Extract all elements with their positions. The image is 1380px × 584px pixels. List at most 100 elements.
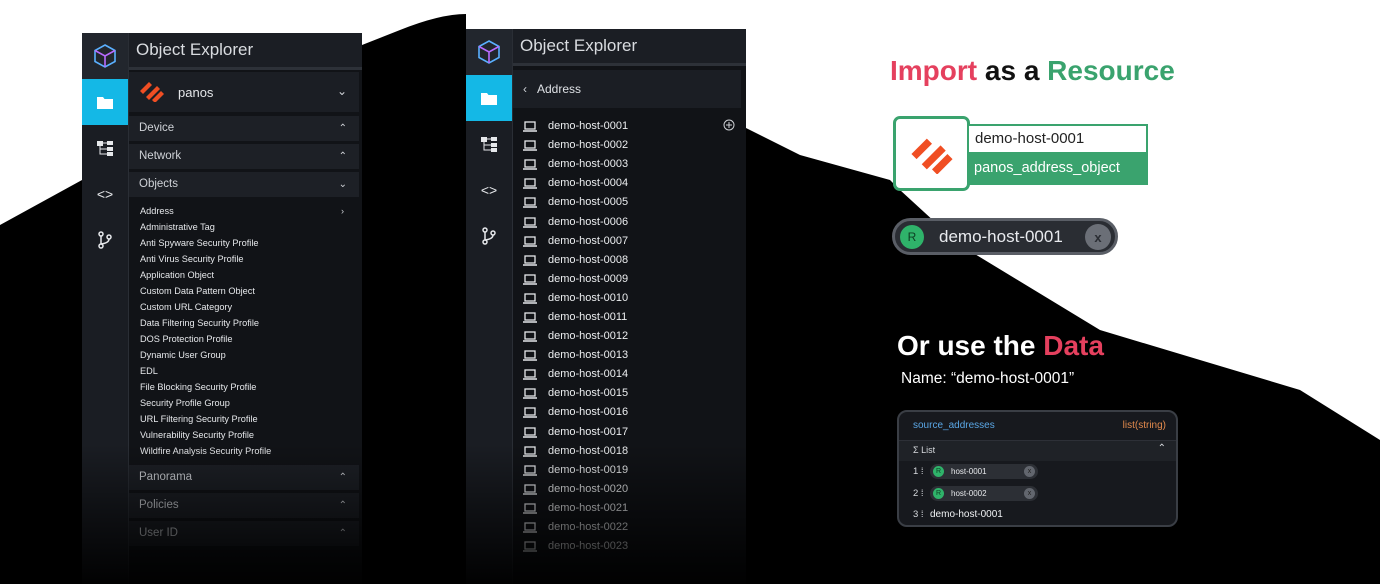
host-label: demo-host-0005 [548,196,629,209]
list-item[interactable]: File Blocking Security Profile [140,379,360,395]
import-heading: Import as a Resource [890,55,1175,87]
host-row[interactable]: demo-host-0021 [523,499,733,518]
host-row[interactable]: demo-host-0002 [523,136,733,155]
heading-word-import: Import [890,55,978,86]
entry-value-input[interactable]: demo-host-0001 [930,509,1003,520]
laptop-icon [523,484,537,495]
section-panorama[interactable]: Panorama ⌃ [129,465,359,490]
host-row[interactable]: demo-host-0016 [523,403,733,422]
hierarchy-icon[interactable] [466,121,512,167]
laptop-icon [523,388,537,400]
list-item[interactable]: Data Filtering Security Profile [140,315,360,331]
host-row[interactable]: demo-host-0020 [523,480,733,499]
list-item[interactable]: DOS Protection Profile [140,331,360,347]
list-header[interactable]: Σ List ⌃ [899,441,1176,461]
laptop-icon [523,503,537,514]
section-label: Panorama [139,471,193,483]
close-icon[interactable]: x [1024,466,1035,477]
hierarchy-icon[interactable] [82,125,128,171]
chevron-up-icon: ⌃ [338,123,347,134]
host-row[interactable]: demo-host-0011 [523,308,733,327]
host-row[interactable]: demo-host-0022 [523,518,733,537]
list-item[interactable]: URL Filtering Security Profile [140,411,360,427]
branch-icon[interactable] [82,217,128,263]
add-circle-icon[interactable] [723,119,735,131]
resource-type-label: panos_address_object [967,154,1148,185]
laptop-icon [523,445,537,457]
host-row[interactable]: demo-host-0001 [523,117,735,136]
breadcrumb[interactable]: ‹ Address [513,70,741,108]
section-policies[interactable]: Policies ⌃ [129,493,359,518]
section-device[interactable]: Device ⌃ [129,116,359,141]
section-user-id[interactable]: User ID ⌃ [129,521,359,546]
laptop-icon [523,541,537,552]
host-row[interactable]: demo-host-0012 [523,327,733,346]
list-item[interactable]: Custom URL Category [140,299,360,315]
section-label: Network [139,150,182,162]
list-item[interactable]: Security Profile Group [140,395,360,411]
section-network[interactable]: Network ⌃ [129,144,359,169]
resource-badge-icon: R [900,224,924,249]
list-item[interactable]: EDL [140,363,360,379]
panel-title: Object Explorer [513,29,746,66]
folder-icon[interactable] [466,75,512,121]
list-item[interactable]: Vulnerability Security Profile [140,427,360,443]
close-icon[interactable]: x [1024,488,1035,499]
host-row[interactable]: demo-host-0019 [523,461,733,480]
list-item[interactable]: Anti Virus Security Profile [140,251,360,267]
host-row[interactable]: demo-host-0010 [523,289,733,308]
host-row[interactable]: demo-host-0006 [523,212,733,231]
chevron-up-icon: ⌃ [338,528,347,539]
provider-header[interactable]: panos ⌄ [129,72,359,112]
host-row[interactable]: demo-host-0009 [523,270,733,289]
list-item[interactable]: Anti Spyware Security Profile [140,235,360,251]
laptop-icon [523,407,537,419]
entry-chip[interactable]: R host-0001 x [930,464,1038,479]
host-row[interactable]: demo-host-0015 [523,384,733,403]
variable-name: source_addresses [913,420,995,431]
panos-logo-icon [910,138,953,174]
host-label: demo-host-0002 [548,139,629,152]
list-item[interactable]: Dynamic User Group [140,347,360,363]
provider-name: panos [178,84,214,100]
list-item[interactable]: Wildfire Analysis Security Profile [140,443,360,459]
host-row[interactable]: demo-host-0014 [523,365,733,384]
chevron-down-icon[interactable]: ⌄ [337,84,347,98]
host-row[interactable]: demo-host-0008 [523,251,733,270]
list-item[interactable]: Address › [140,203,360,219]
resource-chip[interactable]: R demo-host-0001 x [892,218,1118,255]
branch-icon[interactable] [466,213,512,259]
entry-index: 1 ⁞ [913,466,924,477]
chevron-up-icon[interactable]: ⌃ [1158,443,1166,454]
list-item[interactable]: Custom Data Pattern Object [140,283,360,299]
resource-name-field: demo-host-0001 [967,124,1148,154]
section-objects[interactable]: Objects ⌄ [129,172,359,197]
resource-card-logo [893,116,970,191]
heading-word-resource: Resource [1047,55,1175,86]
host-row[interactable]: demo-host-0007 [523,232,733,251]
back-arrow-icon[interactable]: ‹ [523,82,527,96]
list-item[interactable]: Administrative Tag [140,219,360,235]
code-icon[interactable]: <> [82,171,128,217]
host-row[interactable]: demo-host-0003 [523,155,733,174]
code-icon[interactable]: <> [466,167,512,213]
laptop-icon [523,350,537,361]
host-label: demo-host-0001 [548,120,629,133]
list-item[interactable]: Application Object [140,267,360,283]
host-row[interactable]: demo-host-0013 [523,346,733,365]
host-label: demo-host-0018 [548,444,629,457]
host-row[interactable]: demo-host-0005 [523,193,733,212]
laptop-icon [523,121,537,132]
host-row[interactable]: demo-host-0017 [523,423,733,442]
entry-chip[interactable]: R host-0002 x [930,486,1038,501]
host-row[interactable]: demo-host-0004 [523,174,733,193]
variable-type: list(string) [1122,420,1166,431]
close-icon[interactable]: x [1085,224,1111,250]
folder-icon[interactable] [82,79,128,125]
list-entry: 1 ⁞ R host-0001 x [913,464,1038,479]
cube-logo-icon [82,33,128,79]
host-row[interactable]: demo-host-0023 [523,537,733,556]
host-label: demo-host-0016 [548,406,629,419]
section-label: Objects [139,178,178,190]
host-row[interactable]: demo-host-0018 [523,442,733,461]
